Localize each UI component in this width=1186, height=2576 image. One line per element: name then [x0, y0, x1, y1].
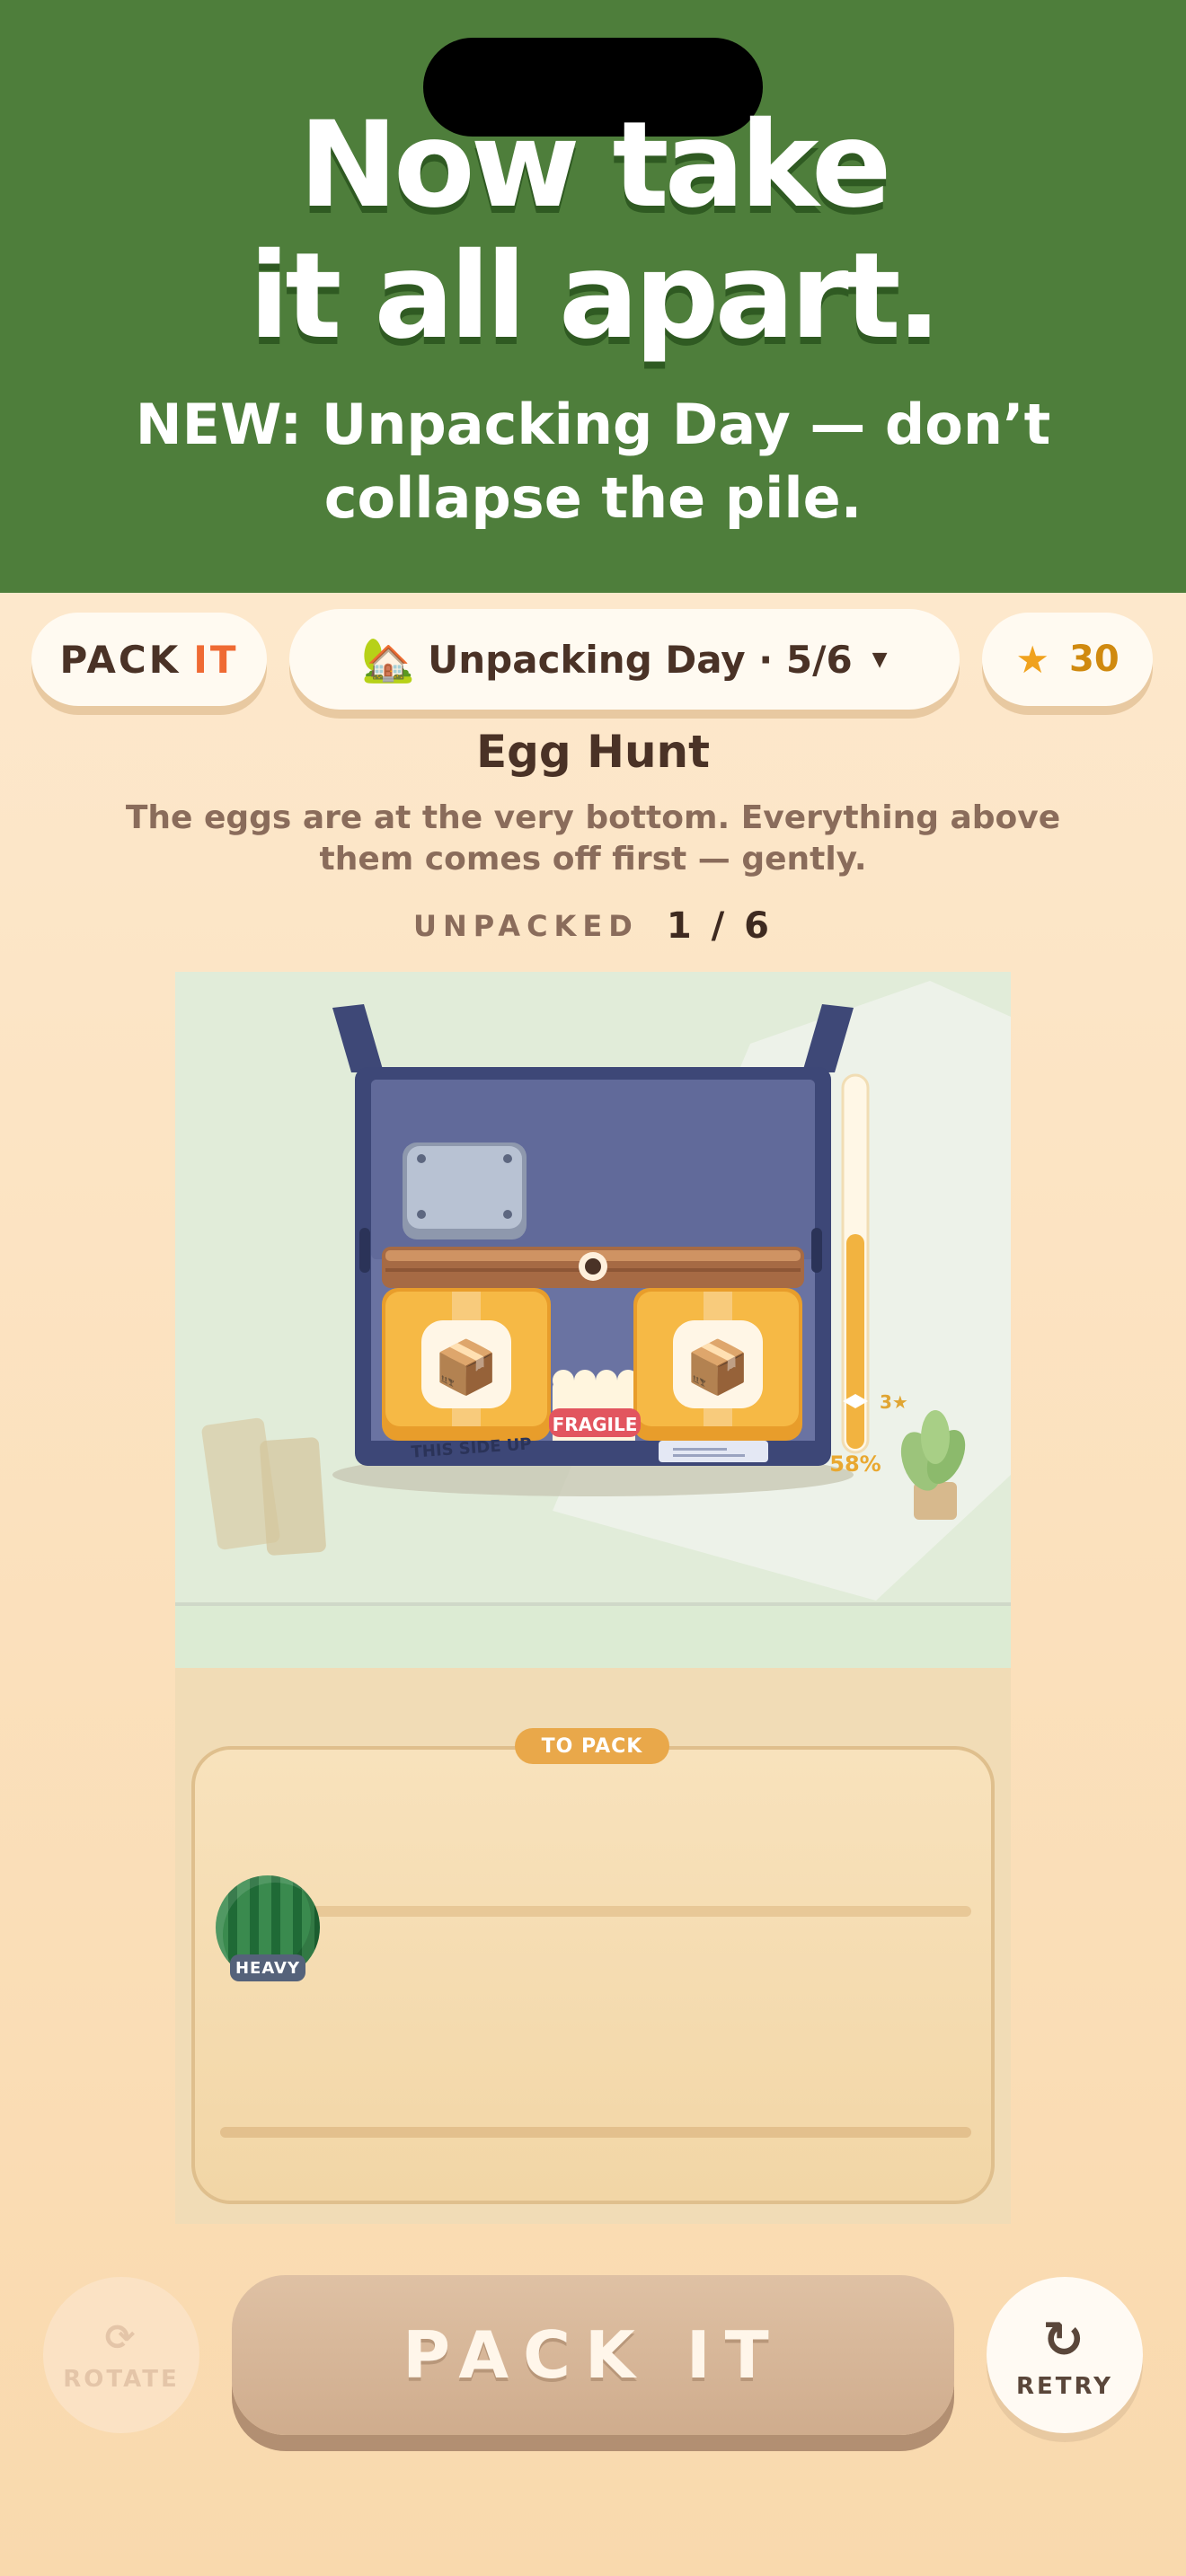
package-icon: 📦 [434, 1337, 499, 1398]
rotate-icon: ⟳ [104, 2317, 138, 2359]
pack-it-button[interactable]: PACK IT [232, 2275, 954, 2435]
logo-it-text: IT [193, 637, 239, 682]
box-flap-left [332, 1004, 384, 1072]
level-description: The eggs are at the very bottom. Everyth… [125, 799, 1061, 878]
rotate-button[interactable]: ⟳ ROTATE [43, 2277, 199, 2433]
heavy-tag: HEAVY [230, 1954, 305, 1981]
unpack-progress: UNPACKED 1 / 6 [0, 905, 1186, 947]
three-star-label: 3★ [880, 1391, 908, 1413]
moving-box[interactable]: 📦 📦 FRAGILE THIS SIDE UP [332, 1004, 854, 1466]
level-selector[interactable]: 🏡 Unpacking Day · 5/6 ▼ [289, 609, 960, 710]
promo-subline-line1: NEW: Unpacking Day — don’t [135, 392, 1051, 457]
logo-pack-text: PACK [59, 637, 181, 682]
fill-meter-level [846, 1234, 864, 1449]
promo-headline-line1: Now take [298, 96, 892, 234]
retry-button[interactable]: ↻ RETRY [987, 2277, 1143, 2433]
to-pack-badge: TO PACK [515, 1728, 669, 1764]
leaning-frames [201, 1417, 326, 1556]
box-handle-right [811, 1228, 822, 1273]
tray-shelf [220, 1906, 971, 1917]
rotate-label: ROTATE [63, 2366, 180, 2393]
package-icon: 📦 [686, 1337, 750, 1398]
star-counter[interactable]: ★ 30 [982, 613, 1153, 706]
retry-label: RETRY [1016, 2372, 1113, 2400]
wooden-plank[interactable] [382, 1247, 804, 1288]
app-logo[interactable]: PACK IT [31, 613, 267, 706]
game-screen: PACK IT 🏡 Unpacking Day · 5/6 ▼ ★ 30 Egg… [0, 593, 1186, 2576]
crate-right[interactable]: 📦 [633, 1288, 802, 1441]
box-handle-left [359, 1228, 370, 1273]
chevron-down-icon: ▼ [872, 648, 888, 671]
promo-banner: Now take it all apart. NEW: Unpacking Da… [0, 0, 1186, 593]
level-title: Egg Hunt [475, 726, 711, 778]
to-pack-tray [191, 1746, 995, 2204]
retry-icon: ↻ [1042, 2310, 1087, 2369]
shipping-label [659, 1441, 768, 1462]
level-selector-label: Unpacking Day · 5/6 [428, 637, 853, 682]
play-area: 📦 📦 FRAGILE THIS SIDE UP 3★ 58% TO PACK … [175, 972, 1011, 2224]
floor [175, 1606, 1011, 1668]
unpack-progress-value: 1 / 6 [666, 905, 773, 947]
crate-left[interactable]: 📦 [382, 1288, 551, 1441]
metal-plate[interactable] [403, 1142, 527, 1239]
unpack-progress-label: UNPACKED [413, 909, 639, 943]
moving-box-scene: 📦 📦 FRAGILE THIS SIDE UP 3★ 58% [175, 981, 1011, 1668]
house-icon: 🏡 [361, 634, 416, 685]
star-count: 30 [1068, 639, 1120, 680]
room-backdrop: 📦 📦 FRAGILE THIS SIDE UP 3★ 58% [175, 972, 1011, 1668]
fragile-label: FRAGILE [553, 1414, 638, 1435]
promo-subline-line2: collapse the pile. [323, 465, 863, 531]
star-icon: ★ [1015, 637, 1049, 682]
tray-shelf [220, 2127, 971, 2138]
fill-percent: 58% [829, 1451, 881, 1477]
promo-headline-line2: it all apart. [249, 227, 942, 366]
